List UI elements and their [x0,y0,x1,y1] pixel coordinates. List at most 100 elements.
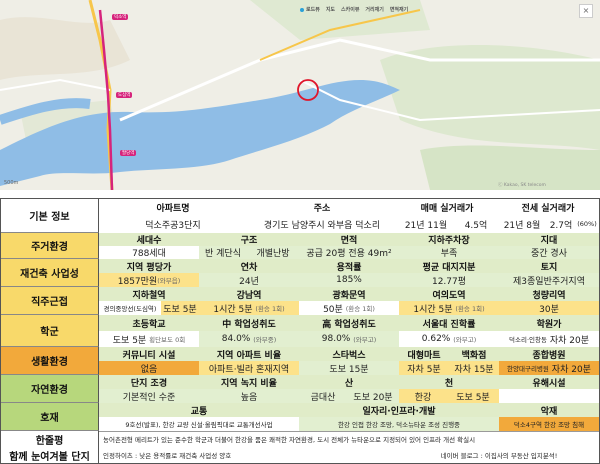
row-basic-info: 기본 정보 아파트명 주소 매매 실거래가 전세 실거래가 덕소주공3단지 경기… [1,199,599,233]
col-header: 지대 [499,233,599,246]
col-header: 高 학업성취도 [299,315,399,331]
apartment-analysis-table: 기본 정보 아파트명 주소 매매 실거래가 전세 실거래가 덕소주공3단지 경기… [0,198,600,464]
transport-plans: 9호선(발표), 한강 교량 신설·올림픽대로 교통개선사업 [125,421,273,429]
row-label: 학군 [1,315,99,347]
col-header: 면적 [299,233,399,246]
col-header: 토지 [499,259,599,273]
apartment-name: 덕소주공3단지 [145,220,201,231]
row-label: 한줄평 [1,431,99,447]
mountain-name: 금대산 [299,389,347,403]
col-header: 백화점 [449,347,499,361]
gangnam-time: 1시간 5분 (환승 1회) [199,301,299,315]
structure-type: 반 계단식 [199,246,247,259]
station-walk-time: 도보 5분 [161,301,199,315]
middle-school-score: 84.0% (와부중) [199,331,299,347]
snu-admission-rate: 0.62% (와부고) [421,334,477,344]
col-header: 광화문역 [299,287,399,301]
map-toolbar: 로드뷰 지도 스카이뷰 거리재기 면적재기 [300,6,408,13]
map-tool-map[interactable]: 지도 [326,6,335,13]
row-label: 함께 눈여겨볼 단지 [1,447,99,463]
map-tool-skyview[interactable]: 스카이뷰 [341,6,359,13]
map-tool-roadview[interactable]: 로드뷰 [300,6,320,13]
address: 경기도 남양주시 와부읍 덕소리 [263,220,381,231]
col-header: 악재 [499,403,599,417]
building-age: 24년 [199,273,299,287]
row-living: 주거환경 세대수 구조 면적 지하주차장 지대 788세대 반 계단식 개별난방… [1,233,599,259]
col-header: 전세 실거래가 [521,203,575,214]
row-label: 재건축 사업성 [1,259,99,287]
col-header: 구조 [199,233,299,246]
col-header: 지역 녹지 비율 [199,375,299,389]
col-header: 연차 [199,259,299,273]
terrain-slope: 중간 경사 [499,246,599,259]
zoning: 제3종일반주거지역 [499,273,599,287]
col-header: 일자리·인프라·개발 [299,403,499,417]
row-label: 생활환경 [1,347,99,375]
station-label: 팔당역 [120,150,137,156]
col-header: 지하철역 [99,287,199,301]
sale-price: 4.5억 [464,220,488,231]
col-header: 스타벅스 [299,347,399,361]
jeonse-ratio: (60%) [577,220,597,228]
row-label: 직주근접 [1,287,99,315]
row-commute: 직주근접 지하철역 강남역 광화문역 여의도역 청량리역 경의중앙선(도심역) … [1,287,599,315]
green-ratio: 높음 [199,389,299,403]
col-header: 청량리역 [499,287,599,301]
row-label: 주거환경 [1,233,99,259]
location-map[interactable]: 로드뷰 지도 스카이뷰 거리재기 면적재기 × 덕소역 도심역 팔당역 500m… [0,0,600,190]
underground-parking: 부족 [399,246,499,259]
col-header: 평균 대지지분 [399,259,499,273]
mountain-distance: 도보 20분 [347,389,399,403]
col-header: 교통 [99,403,299,417]
area-price-per-pyeong: 1857만원 (와부읍) [99,273,199,287]
gwanghwamun-time: 50분 (환승 1회) [323,304,375,315]
jeonse-price: 2.7억 [549,220,573,231]
col-header: 주소 [313,203,331,214]
row-favorable: 호재 교통 일자리·인프라·개발 악재 9호선(발표), 한강 교량 신설·올림… [1,403,599,431]
river-distance: 도보 5분 [447,389,499,403]
row-summary: 한줄평 함께 눈여겨볼 단지 농어촌전형 메리트가 있는 준수한 학군과 더불어… [1,431,599,463]
landscaping: 기본적인 수준 [99,389,199,403]
nearest-station: 경의중앙선(도심역) [103,305,157,313]
col-header: 대형마트 [399,347,449,361]
col-header: 용적률 [299,259,399,273]
jeonse-date: 21년 8월 [503,220,541,231]
station-label: 덕소역 [112,14,129,20]
row-nature: 자연환경 단지 조경 지역 녹지 비율 산 천 유해시설 기본적인 수준 높음 … [1,375,599,403]
starbucks-distance: 도보 15분 [299,361,399,375]
col-header: 산 [299,375,399,389]
col-header: 유해시설 [499,375,599,389]
row-label: 기본 정보 [1,199,99,233]
map-tool-distance[interactable]: 거리재기 [365,6,383,13]
col-header: 커뮤니티 시설 [99,347,199,361]
map-close-button[interactable]: × [579,4,593,18]
river-name: 한강 [399,389,447,403]
col-header: 아파트명 [156,203,190,214]
map-copyright: ⓒ Kakao, SK telecom [498,183,546,188]
household-count: 788세대 [132,249,166,259]
col-header: 학원가 [499,315,599,331]
related-complex: 인정하이츠 : 낮은 용적률로 재건축 사업성 양호 [103,452,232,460]
department-store-distance: 자차 15분 [449,361,499,375]
col-header: 종합병원 [499,347,599,361]
col-header: 강남역 [199,287,299,301]
col-header: 단지 조경 [99,375,199,389]
land-share: 12.77평 [399,273,499,287]
col-header: 여의도역 [399,287,499,301]
yeouido-time: 1시간 5분 (환승 1회) [399,301,499,315]
map-tool-area[interactable]: 면적재기 [390,6,408,13]
elementary-school-access: 도보 5분 횡단보도 0회 [112,335,186,346]
col-header: 지역 아파트 비율 [199,347,299,361]
row-rebuild: 재건축 사업성 지역 평당가 연차 용적률 평균 대지지분 토지 1857만원(… [1,259,599,287]
map-canvas [0,0,600,190]
heating-type: 개별난방 [247,246,299,259]
row-school: 학군 초등학교 中 학업성취도 高 학업성취도 서울대 진학률 학원가 도보 5… [1,315,599,347]
one-line-review: 농어촌전형 메리트가 있는 준수한 학군과 더불어 한강을 품은 쾌적한 자연환… [103,436,476,444]
col-header: 지하주차장 [399,233,499,246]
unit-area: 공급 20평 전용 49m² [299,246,399,259]
col-header: 천 [399,375,499,389]
col-header: 서울대 진학률 [399,315,499,331]
floor-area-ratio: 185% [299,273,399,287]
col-header: 지역 평당가 [99,259,199,273]
map-scale: 500m [4,180,19,186]
